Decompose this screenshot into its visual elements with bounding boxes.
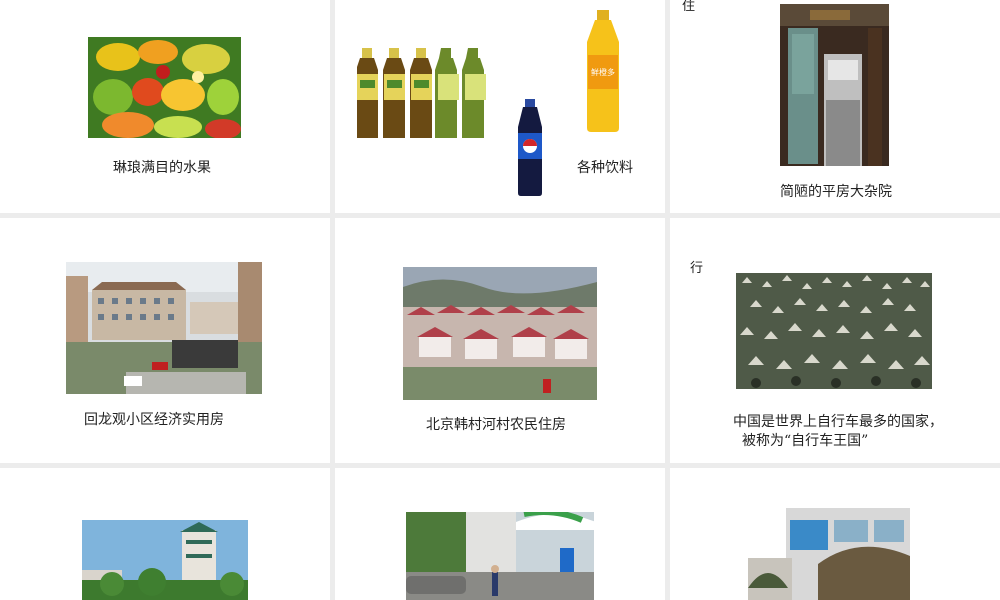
slide-bicycles: 行 中国是世界上自行车最多的国家， 被称为“自行车王国” xyxy=(670,218,1000,463)
affordable-housing-caption: 回龙观小区经济实用房 xyxy=(84,412,224,428)
drinks-caption: 各种饮料 xyxy=(577,160,633,176)
tea-bottles-photo xyxy=(357,48,491,140)
slide-housing-courtyard: 住 简陋的平房大杂院 xyxy=(670,0,1000,213)
orange-drink-bottle: 鲜橙多 xyxy=(583,10,623,132)
tower-building-photo xyxy=(82,520,248,600)
courtyard-photo xyxy=(780,4,889,166)
slide-drinks: 鲜橙多 各种饮料 xyxy=(335,0,665,213)
slide-tower-building xyxy=(0,468,330,600)
slide-affordable-housing: 回龙观小区经济实用房 xyxy=(0,218,330,463)
village-houses-photo xyxy=(403,267,597,400)
courtyard-caption: 简陋的平房大杂院 xyxy=(780,184,892,200)
village-housing-caption: 北京韩村河村农民住房 xyxy=(426,417,566,433)
slide-village-housing: 北京韩村河村农民住房 xyxy=(335,218,665,463)
section-tag-transport: 行 xyxy=(690,261,704,276)
street-scene-photo xyxy=(406,512,594,600)
bicycle-caption-line1: 中国是世界上自行车最多的国家， xyxy=(733,414,943,430)
slide-street-scene xyxy=(335,468,665,600)
bicycle-crowd-photo xyxy=(736,273,932,389)
fruit-photo xyxy=(88,37,241,138)
fruit-caption: 琳琅满目的水果 xyxy=(113,160,211,176)
section-tag-housing: 住 xyxy=(682,0,696,14)
village-building-photo xyxy=(748,498,910,600)
apartment-complex-photo xyxy=(66,262,262,394)
bottle-brand-label: 鲜橙多 xyxy=(591,67,615,77)
slide-fruit: 琳琅满目的水果 xyxy=(0,0,330,213)
bicycle-caption-line2: 被称为“自行车王国” xyxy=(742,433,869,449)
cola-bottle xyxy=(516,99,544,196)
slide-village-building xyxy=(670,468,1000,600)
